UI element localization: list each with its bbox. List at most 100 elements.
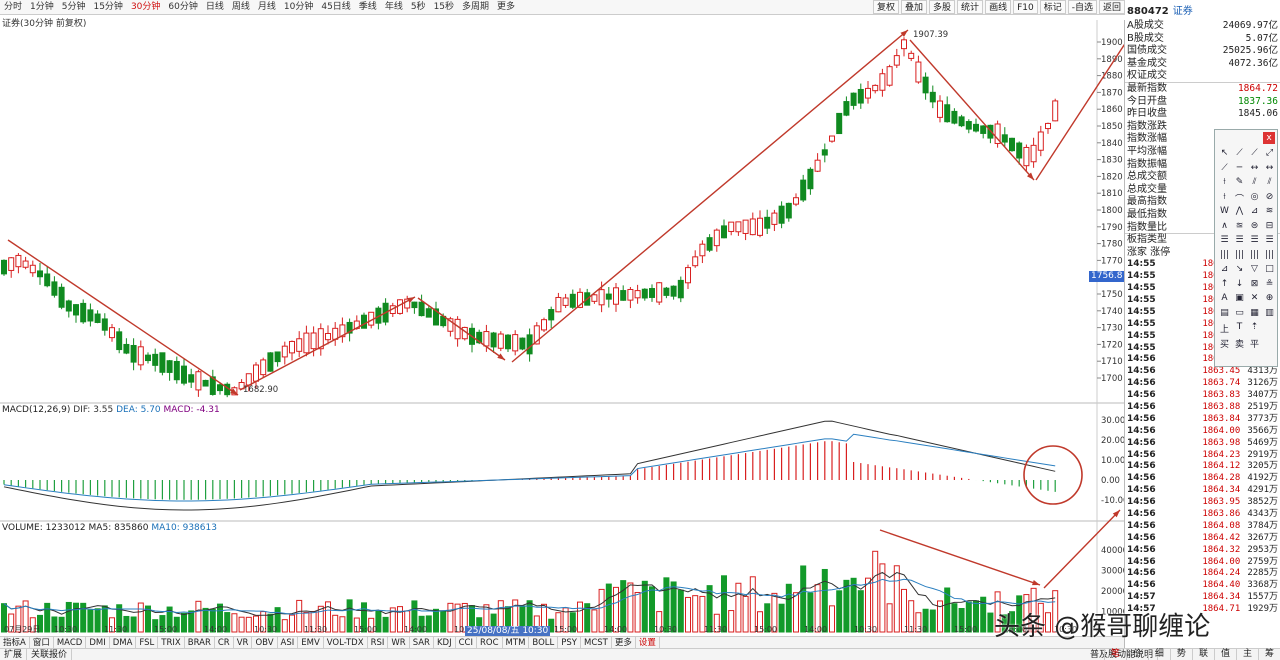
draw-tool-icon[interactable]: ⇡ <box>1247 322 1262 337</box>
draw-tool-icon[interactable]: ⟋ <box>1232 148 1247 163</box>
candle-body <box>44 273 51 287</box>
indicator-tab[interactable]: BOLL <box>529 637 559 648</box>
panel-tab[interactable]: 联 <box>1191 648 1214 660</box>
draw-tool-icon[interactable]: ↓ <box>1232 279 1247 294</box>
draw-tool-icon[interactable]: ↔ <box>1247 163 1262 178</box>
draw-tool-icon[interactable]: ☰ <box>1247 235 1262 250</box>
draw-tool-icon[interactable]: A <box>1217 293 1232 308</box>
expand-button[interactable]: 扩展 <box>0 649 28 660</box>
indicator-tab[interactable]: MCST <box>581 637 612 648</box>
panel-tab[interactable]: 细 <box>1147 648 1170 660</box>
draw-tool-icon[interactable]: ⊕ <box>1262 293 1277 308</box>
draw-tool-icon[interactable]: ⫽ <box>1247 177 1262 192</box>
draw-tool-icon[interactable]: ∧ <box>1217 221 1232 236</box>
draw-tool-icon[interactable]: ⊠ <box>1247 279 1262 294</box>
draw-tool-icon[interactable]: ▽ <box>1247 264 1262 279</box>
indicator-tab[interactable]: EMV <box>298 637 324 648</box>
draw-tool-icon[interactable]: ⟋ <box>1247 148 1262 163</box>
draw-tool-icon[interactable]: ☰ <box>1262 235 1277 250</box>
draw-tool-icon[interactable]: ↔ <box>1262 163 1277 178</box>
draw-tool-icon[interactable]: ☰ <box>1232 235 1247 250</box>
indicator-tab[interactable]: MACD <box>54 637 87 648</box>
panel-tab[interactable]: 筹 <box>1257 648 1280 660</box>
kline-chart[interactable]: 1900189018801870186018501840183018201810… <box>0 0 1124 636</box>
draw-tool-icon[interactable]: ⟊ <box>1217 177 1232 192</box>
draw-tool-icon[interactable]: ||| <box>1262 250 1277 265</box>
draw-tool-icon[interactable]: ✎ <box>1232 177 1247 192</box>
draw-tool-icon[interactable]: ▥ <box>1262 308 1277 323</box>
draw-tool-icon[interactable]: ↖ <box>1217 148 1232 163</box>
indicator-tab[interactable]: DMI <box>86 637 110 648</box>
draw-tool-icon[interactable] <box>1262 337 1277 352</box>
draw-tool-icon[interactable]: T <box>1232 322 1247 337</box>
xaxis-label: 10:30 <box>654 625 677 634</box>
indicator-tab[interactable]: MTM <box>503 637 530 648</box>
draw-tool-icon[interactable]: ▭ <box>1232 308 1247 323</box>
indicator-tab[interactable]: SAR <box>410 637 434 648</box>
indicator-tab[interactable]: DMA <box>110 637 137 648</box>
draw-tool-icon[interactable]: ⊜ <box>1247 221 1262 236</box>
indicator-tab[interactable]: RSI <box>368 637 389 648</box>
summary-row: B股成交 5.07亿 <box>1125 33 1280 46</box>
draw-tool-icon[interactable]: ⌒ <box>1232 192 1247 207</box>
draw-tool-icon[interactable]: ⫽ <box>1262 177 1277 192</box>
panel-tab[interactable]: 主 <box>1235 648 1258 660</box>
draw-tool-icon[interactable]: ▤ <box>1217 308 1232 323</box>
related-quote-button[interactable]: 关联报价 <box>27 649 73 660</box>
draw-tool-icon[interactable]: ─ <box>1232 163 1247 178</box>
indicator-tab[interactable]: BRAR <box>185 637 215 648</box>
panel-tab[interactable]: 势 <box>1169 648 1192 660</box>
status-bar: 扩展 关联报价 普及股动能说明 <box>0 648 1280 660</box>
draw-tool-icon[interactable]: ✕ <box>1247 293 1262 308</box>
panel-tab[interactable]: 值 <box>1213 648 1236 660</box>
draw-tool-icon[interactable]: ≋ <box>1262 206 1277 221</box>
indicator-tab[interactable]: PSY <box>558 637 581 648</box>
draw-tool-icon[interactable]: 平 <box>1247 337 1262 352</box>
draw-tool-icon[interactable]: ⋀ <box>1232 206 1247 221</box>
draw-tool-icon[interactable]: 买 <box>1217 337 1232 352</box>
draw-tool-icon[interactable]: □ <box>1262 264 1277 279</box>
indicator-tab[interactable]: CR <box>215 637 234 648</box>
indicator-tab[interactable]: 更多 <box>612 637 636 648</box>
draw-tool-icon[interactable]: ||| <box>1217 250 1232 265</box>
ytick-label: 1900 <box>1101 38 1123 48</box>
draw-tool-icon[interactable]: ⊿ <box>1247 206 1262 221</box>
draw-tool-icon[interactable] <box>1262 322 1277 337</box>
panel-tab[interactable]: 笔 <box>1103 648 1126 660</box>
indicator-tab[interactable]: OBV <box>252 637 278 648</box>
draw-tool-icon[interactable]: ⟋ <box>1217 163 1232 178</box>
draw-tool-icon[interactable]: ||| <box>1247 250 1262 265</box>
candle-body <box>130 344 137 363</box>
panel-tab[interactable]: 价 <box>1125 648 1148 660</box>
draw-tool-icon[interactable]: ☰ <box>1217 235 1232 250</box>
indicator-tab[interactable]: ROC <box>477 637 503 648</box>
draw-tool-icon[interactable]: ⟊ <box>1217 192 1232 207</box>
draw-tool-icon[interactable]: W <box>1217 206 1232 221</box>
indicator-tab[interactable]: 窗口 <box>30 637 54 648</box>
draw-tool-icon[interactable]: ⤢ <box>1262 148 1277 163</box>
draw-tool-icon[interactable]: ⊿ <box>1217 264 1232 279</box>
draw-tool-icon[interactable]: ⊟ <box>1262 221 1277 236</box>
close-icon[interactable]: x <box>1263 132 1275 144</box>
indicator-tab[interactable]: 设置 <box>636 637 660 648</box>
draw-tool-icon[interactable]: ⊘ <box>1262 192 1277 207</box>
indicator-tab[interactable]: VR <box>234 637 253 648</box>
indicator-tab[interactable]: 指标A <box>0 637 30 648</box>
draw-tool-icon[interactable]: ↘ <box>1232 264 1247 279</box>
indicator-tab[interactable]: KDJ <box>434 637 456 648</box>
draw-tool-icon[interactable]: ≊ <box>1232 221 1247 236</box>
draw-tool-icon[interactable]: ◎ <box>1247 192 1262 207</box>
draw-tool-icon[interactable]: ≗ <box>1262 279 1277 294</box>
draw-tool-icon[interactable]: 卖 <box>1232 337 1247 352</box>
indicator-tab[interactable]: CCI <box>456 637 477 648</box>
indicator-tab[interactable]: ASI <box>278 637 299 648</box>
draw-tool-icon[interactable]: 上 <box>1217 322 1232 337</box>
indicator-tab[interactable]: WR <box>388 637 410 648</box>
draw-tool-icon[interactable]: ||| <box>1232 250 1247 265</box>
indicator-tab[interactable]: FSL <box>136 637 159 648</box>
indicator-tab[interactable]: TRIX <box>158 637 185 648</box>
draw-tool-icon[interactable]: ▦ <box>1247 308 1262 323</box>
draw-tool-icon[interactable]: ↑ <box>1217 279 1232 294</box>
draw-tool-icon[interactable]: ▣ <box>1232 293 1247 308</box>
indicator-tab[interactable]: VOL-TDX <box>324 637 368 648</box>
